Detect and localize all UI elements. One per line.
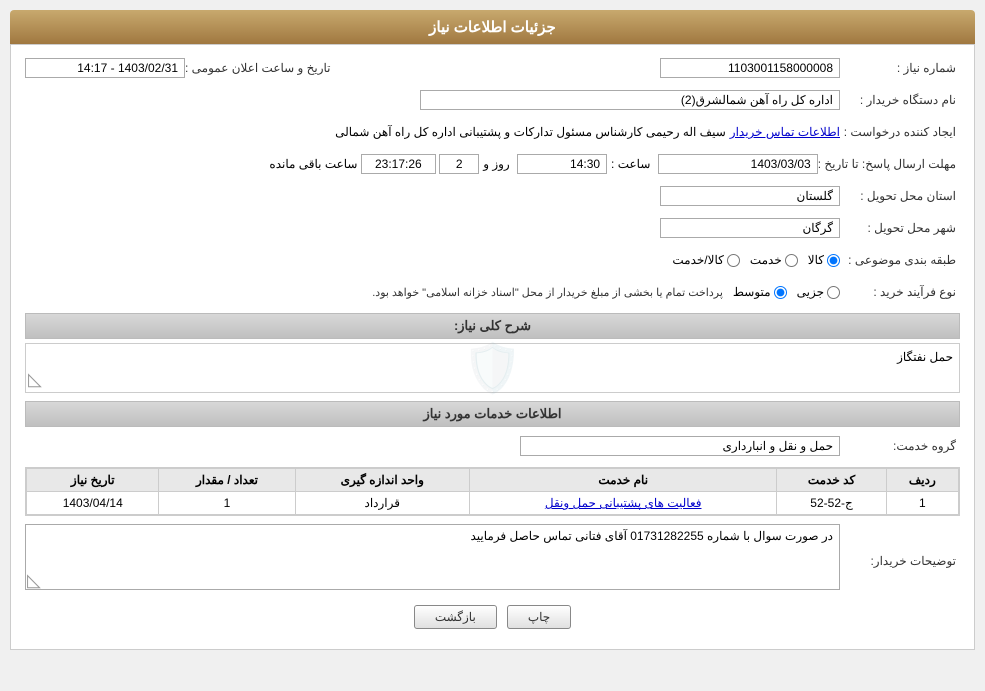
taarikh-ilan-input[interactable] [25, 58, 185, 78]
farayand-radio-jozii[interactable] [827, 286, 840, 299]
shahr-input[interactable] [660, 218, 840, 238]
col-kod: کد خدمت [777, 469, 886, 492]
mohlat-countdown-input[interactable] [361, 154, 436, 174]
gorooh-khadamat-label: گروه خدمت: [840, 439, 960, 453]
tosif-section: توضیحات خریدار: در صورت سوال با شماره 01… [25, 524, 960, 593]
farayand-note: پرداخت تمام یا بخشی از مبلغ خریدار از مح… [372, 286, 723, 299]
tosif-label: توضیحات خریدار: [840, 550, 960, 568]
col-vahed: واحد اندازه گیری [295, 469, 469, 492]
taife-label-kala: کالا [808, 253, 824, 267]
taife-radio-kala[interactable] [827, 254, 840, 267]
main-card: شماره نیاز : تاریخ و ساعت اعلان عمومی : … [10, 44, 975, 650]
shomara-niaz-label: شماره نیاز : [840, 61, 960, 75]
farayand-label-motavaset: متوسط [733, 285, 771, 299]
col-radif: ردیف [886, 469, 958, 492]
ijad-konande-row: ایجاد کننده درخواست : اطلاعات تماس خریدا… [25, 119, 960, 145]
ostan-row: استان محل تحویل : [25, 183, 960, 209]
page-header: جزئیات اطلاعات نیاز [10, 10, 975, 44]
mohlat-date-input[interactable] [658, 154, 818, 174]
shomara-niaz-row: شماره نیاز : تاریخ و ساعت اعلان عمومی : [25, 55, 960, 81]
farayand-option-motavaset[interactable]: متوسط [733, 285, 787, 299]
mohlat-rooz-label: روز و [483, 157, 510, 171]
mohlat-rooz-input[interactable] [439, 154, 479, 174]
mohlat-label: مهلت ارسال پاسخ: تا تاریخ : [818, 157, 960, 171]
sharh-koli-title: شرح کلی نیاز: [25, 313, 960, 339]
farayand-radio-group: جزیی متوسط [733, 285, 840, 299]
farayand-label: نوع فرآیند خرید : [840, 285, 960, 299]
nam-dastgah-label: نام دستگاه خریدار : [840, 93, 960, 107]
khadamat-table: ردیف کد خدمت نام خدمت واحد اندازه گیری ت… [26, 468, 959, 515]
mohlat-row: مهلت ارسال پاسخ: تا تاریخ : ساعت : روز و… [25, 151, 960, 177]
mohlat-saat-input[interactable] [517, 154, 607, 174]
taarikh-ilan-label: تاریخ و ساعت اعلان عمومی : [185, 61, 335, 75]
taife-radio-khadamat[interactable] [785, 254, 798, 267]
gorooh-khadamat-row: گروه خدمت: [25, 433, 960, 459]
header-title: جزئیات اطلاعات نیاز [429, 19, 556, 36]
sharh-koli-container: 🛡️ حمل نفتگاز ◺ [25, 343, 960, 393]
page-container: جزئیات اطلاعات نیاز شماره نیاز : تاریخ و… [0, 0, 985, 691]
ostan-input[interactable] [660, 186, 840, 206]
farayand-radio-motavaset[interactable] [774, 286, 787, 299]
back-button[interactable]: بازگشت [414, 605, 497, 629]
taife-radio-kalakhadamat[interactable] [727, 254, 740, 267]
sharh-koli-value: حمل نفتگاز [897, 350, 953, 364]
ijad-konande-label: ایجاد کننده درخواست : [840, 125, 960, 139]
farayand-label-jozii: جزیی [797, 285, 824, 299]
khadamat-title: اطلاعات خدمات مورد نیاز [25, 401, 960, 427]
taife-row: طبقه بندی موضوعی : کالا خدمت کالا/خدمت [25, 247, 960, 273]
taife-option-khadamat[interactable]: خدمت [750, 253, 798, 267]
taife-radio-group: کالا خدمت کالا/خدمت [672, 253, 840, 267]
taife-label: طبقه بندی موضوعی : [840, 253, 960, 267]
col-nam: نام خدمت [469, 469, 776, 492]
cell-tedad: 1 [159, 492, 295, 515]
ijad-konande-value: سیف اله رحیمی کارشناس مسئول تدارکات و پش… [335, 125, 726, 139]
taife-label-khadamat: خدمت [750, 253, 782, 267]
col-tarikh: تاریخ نیاز [27, 469, 159, 492]
nam-dastgah-row: نام دستگاه خریدار : [25, 87, 960, 113]
taife-option-kalakhadamat[interactable]: کالا/خدمت [672, 253, 739, 267]
ijad-konande-link[interactable]: اطلاعات تماس خریدار [730, 125, 840, 139]
taife-label-kalakhadamat: کالا/خدمت [672, 253, 723, 267]
col-tedad: تعداد / مقدار [159, 469, 295, 492]
watermark: 🛡️ [463, 340, 523, 397]
tosif-label-row: توضیحات خریدار: در صورت سوال با شماره 01… [25, 524, 960, 593]
tosif-container: در صورت سوال با شماره 01731282255 آقای ف… [25, 524, 840, 593]
taife-option-kala[interactable]: کالا [808, 253, 840, 267]
farayand-option-jozii[interactable]: جزیی [797, 285, 840, 299]
print-button[interactable]: چاپ [507, 605, 571, 629]
gorooh-khadamat-input[interactable] [520, 436, 840, 456]
cell-radif: 1 [886, 492, 958, 515]
farayand-row: نوع فرآیند خرید : جزیی متوسط پرداخت تمام… [25, 279, 960, 305]
cell-vahed: قرارداد [295, 492, 469, 515]
khadamat-table-container: ردیف کد خدمت نام خدمت واحد اندازه گیری ت… [25, 467, 960, 516]
shahr-label: شهر محل تحویل : [840, 221, 960, 235]
cell-tarikh: 1403/04/14 [27, 492, 159, 515]
mohlat-countdown-label: ساعت باقی مانده [269, 157, 357, 171]
sharh-koli-section: شرح کلی نیاز: 🛡️ حمل نفتگاز ◺ [25, 313, 960, 393]
resize-icon: ◺ [27, 570, 41, 591]
shahr-row: شهر محل تحویل : [25, 215, 960, 241]
nam-dastgah-input[interactable] [420, 90, 840, 110]
cell-kod: ج-52-52 [777, 492, 886, 515]
tosif-textarea[interactable]: در صورت سوال با شماره 01731282255 آقای ف… [25, 524, 840, 590]
resize-handle-icon: ◺ [28, 369, 42, 390]
mohlat-saat-label: ساعت : [611, 157, 650, 171]
table-row: 1 ج-52-52 فعالیت های پشتیبانی حمل ونقل ق… [27, 492, 959, 515]
shomara-niaz-input[interactable] [660, 58, 840, 78]
buttons-row: چاپ بازگشت [25, 605, 960, 639]
cell-nam[interactable]: فعالیت های پشتیبانی حمل ونقل [469, 492, 776, 515]
ostan-label: استان محل تحویل : [840, 189, 960, 203]
